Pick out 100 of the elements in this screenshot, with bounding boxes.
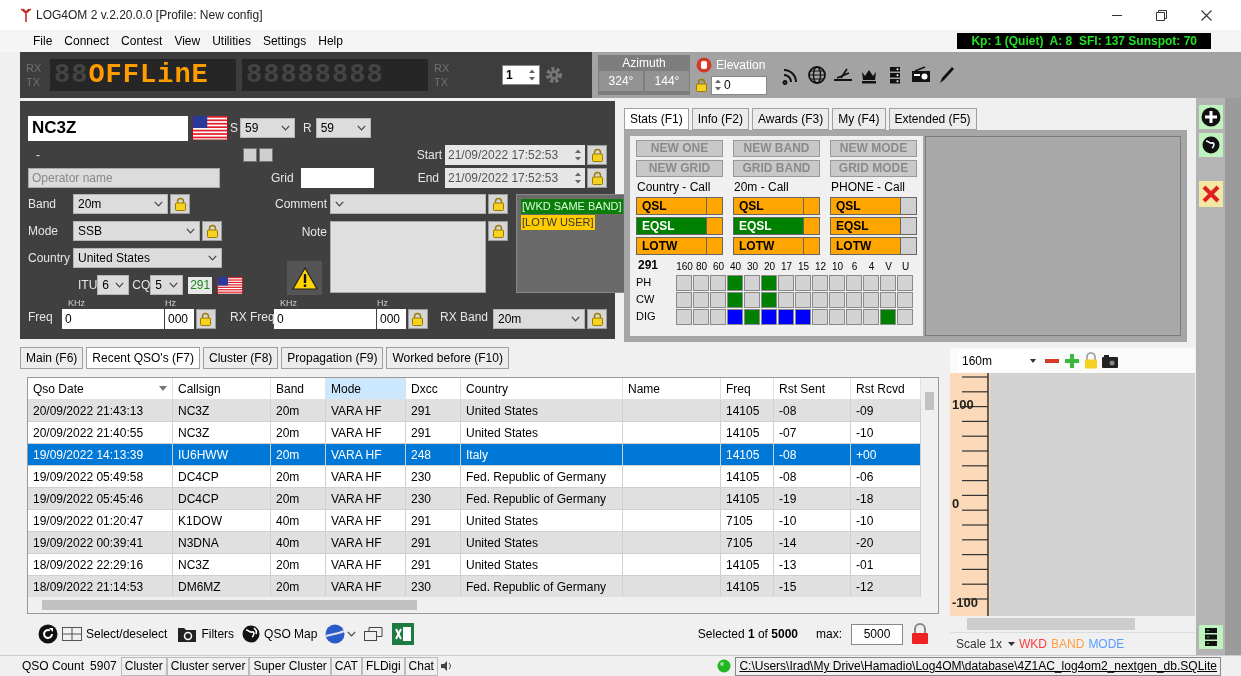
camera-icon[interactable]: [1102, 353, 1118, 368]
tab[interactable]: Propagation (F9): [281, 347, 384, 369]
column-header[interactable]: Country: [461, 378, 623, 400]
windows-icon[interactable]: [364, 626, 385, 642]
menu-item[interactable]: Help: [312, 32, 349, 50]
status-button[interactable]: Super Cluster: [249, 656, 331, 676]
hertz-field[interactable]: 000: [164, 309, 194, 329]
delete-button[interactable]: [1198, 181, 1223, 207]
status-button[interactable]: Cluster: [120, 656, 167, 676]
callsign-field[interactable]: NC3Z: [28, 115, 188, 141]
column-header[interactable]: Dxcc: [406, 378, 461, 400]
warning-button[interactable]: [287, 261, 322, 295]
column-header[interactable]: Freq: [721, 378, 774, 400]
qso-map-button[interactable]: QSO Map: [242, 625, 318, 643]
tab[interactable]: Main (F6): [20, 347, 84, 369]
menu-item[interactable]: Utilities: [206, 32, 257, 50]
status-button[interactable]: Chat: [404, 656, 438, 676]
start-date-field[interactable]: 21/09/2022 17:52:53: [445, 145, 585, 165]
column-header[interactable]: Mode: [326, 378, 406, 400]
table-row[interactable]: 19/09/2022 05:49:58 DC4CP 20m VARA HF 230 Fed. Republic of Germany 14105 -08 -06: [28, 466, 921, 488]
tab[interactable]: Recent QSO's (F7): [86, 347, 200, 369]
scale-select[interactable]: Scale 1x: [956, 634, 1016, 653]
band-select[interactable]: 160m: [958, 349, 1040, 372]
table-row[interactable]: 19/09/2022 14:13:39 IU6HWW 20m VARA HF 248 Italy 14105 -08 +00: [28, 444, 921, 466]
radio-icon[interactable]: [911, 65, 931, 85]
tab[interactable]: Cluster (F8): [203, 347, 279, 369]
horizontal-scrollbar[interactable]: [28, 597, 938, 613]
status-button[interactable]: CAT: [330, 656, 362, 676]
mode-select[interactable]: SSB: [73, 221, 200, 241]
end-date-field[interactable]: 21/09/2022 17:52:53: [445, 168, 585, 188]
lock-button[interactable]: [195, 309, 216, 329]
globe-icon: [1201, 136, 1220, 154]
country-select[interactable]: United States: [73, 248, 222, 268]
list-button[interactable]: [1198, 625, 1223, 649]
plus-icon[interactable]: [1064, 352, 1080, 369]
itu-select[interactable]: 6: [97, 275, 130, 295]
stop-icon[interactable]: [696, 56, 712, 73]
status-button[interactable]: Cluster server: [166, 656, 250, 676]
menu-item[interactable]: Connect: [58, 32, 116, 50]
small-square-button[interactable]: [243, 148, 257, 162]
band-header: 12: [814, 260, 827, 274]
tab[interactable]: Awards (F3): [752, 108, 830, 130]
tab[interactable]: Info (F2): [691, 108, 750, 130]
pen-icon[interactable]: [937, 65, 957, 85]
elevation-label: Elevation: [716, 56, 766, 74]
app-logo-icon: [20, 8, 32, 22]
table-cell-text: -08: [779, 402, 797, 420]
rst-sent-select[interactable]: 59: [240, 118, 295, 138]
column-header[interactable]: Qso Date: [28, 378, 173, 400]
select-deselect-button[interactable]: Select/deselect: [62, 625, 168, 643]
frequency-field[interactable]: 0: [273, 309, 376, 329]
table-row[interactable]: 19/09/2022 00:39:41 N3DNA 40m VARA HF 291 United States 7105 -14 -20: [28, 532, 921, 554]
tab[interactable]: Extended (F5): [888, 108, 977, 130]
rx-band-select[interactable]: 20m: [493, 309, 585, 329]
globe-icon[interactable]: [807, 65, 827, 85]
table-row[interactable]: 19/09/2022 05:45:46 DC4CP 20m VARA HF 230 Fed. Republic of Germany 14105 -19 -18: [28, 488, 921, 510]
earth-dropdown-button[interactable]: [325, 624, 357, 644]
refresh-icon[interactable]: [38, 624, 58, 644]
spreadsheet-icon[interactable]: [392, 623, 415, 645]
band-select[interactable]: 20m: [73, 194, 168, 214]
tab[interactable]: Worked before (F10): [386, 347, 509, 369]
menu-item[interactable]: Contest: [115, 32, 169, 50]
status-button[interactable]: FLDigi: [361, 656, 405, 676]
note-field[interactable]: [330, 221, 486, 293]
small-square-button[interactable]: [259, 148, 273, 162]
table-row[interactable]: 18/09/2022 22:29:16 NC3Z 20m VARA HF 291 United States 14105 -13 -01: [28, 554, 921, 576]
frequency-field[interactable]: 0: [61, 309, 164, 329]
column-header[interactable]: Band: [271, 378, 326, 400]
menu-item[interactable]: File: [27, 32, 59, 50]
table-row[interactable]: 20/09/2022 21:43:13 NC3Z 20m VARA HF 291 United States 14105 -08 -09: [28, 400, 921, 422]
rotator-spinner[interactable]: 1: [502, 65, 540, 85]
cq-select[interactable]: 5: [150, 275, 184, 295]
elevation-spinner[interactable]: 0: [711, 75, 767, 95]
vertical-scrollbar[interactable]: [921, 378, 938, 597]
table-row[interactable]: 19/09/2022 01:20:47 K1DOW 40m VARA HF 291 United States 7105 -10 -10: [28, 510, 921, 532]
table-cell-text: -08: [779, 446, 797, 464]
lock-icon[interactable]: [911, 623, 929, 645]
menu-item[interactable]: View: [168, 32, 207, 50]
column-header[interactable]: Name: [623, 378, 721, 400]
table-row[interactable]: 18/09/2022 21:14:53 DM6MZ 20m VARA HF 230 Fed. Republic of Germany 14105 -15 -12: [28, 576, 921, 598]
tab[interactable]: My (F4): [832, 108, 886, 130]
table-cell-text: United States: [466, 556, 539, 574]
rst-received-select[interactable]: 59: [315, 118, 371, 138]
database-path[interactable]: C:\Users\Irad\My Drive\Hamadio\Log4OM\database\4Z1AC_log4om2_nextgen_db.SQLite: [735, 656, 1221, 676]
hertz-field[interactable]: 000: [376, 309, 406, 329]
table-row[interactable]: 20/09/2022 21:40:55 NC3Z 20m VARA HF 291 United States 14105 -07 -10: [28, 422, 921, 444]
column-header[interactable]: Callsign: [173, 378, 271, 400]
start-label: Start: [416, 147, 442, 164]
max-field[interactable]: 5000: [851, 623, 903, 645]
settings-icon[interactable]: [544, 65, 564, 85]
menu-item[interactable]: Settings: [256, 32, 313, 50]
speaker-icon[interactable]: [439, 660, 452, 672]
globe-button[interactable]: [1198, 133, 1223, 157]
column-header[interactable]: Rst Sent: [774, 378, 851, 400]
filters-button[interactable]: Filters: [177, 625, 235, 643]
column-header[interactable]: Rst Rcvd: [851, 378, 921, 400]
tab[interactable]: Stats (F1): [624, 108, 689, 130]
grid-field[interactable]: [301, 168, 374, 188]
lock-button[interactable]: [407, 309, 428, 329]
add-button[interactable]: [1198, 105, 1223, 129]
